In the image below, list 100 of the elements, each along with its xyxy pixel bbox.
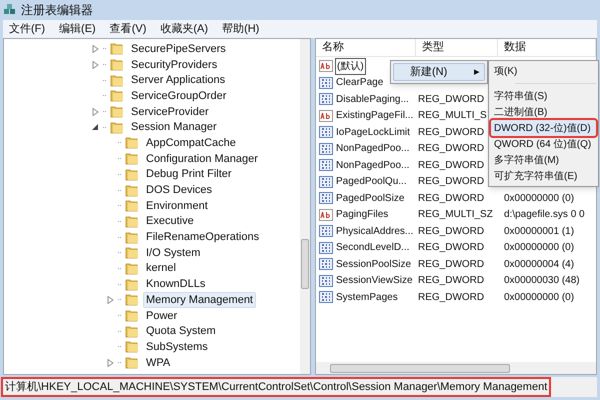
value-type: REG_DWORD [418, 160, 484, 171]
tree-item[interactable]: DOS Devices [143, 182, 216, 198]
tree-item[interactable]: Power [143, 308, 180, 324]
value-type: REG_DWORD [418, 192, 484, 204]
scrollbar-thumb[interactable] [330, 364, 510, 372]
tree-item[interactable]: ServiceGroupOrder [128, 88, 230, 104]
tree-item[interactable]: Configuration Manager [143, 150, 261, 167]
tree-item[interactable]: FileRenameOperations [143, 229, 262, 246]
menu-item[interactable]: 字符串值(S) [491, 88, 596, 104]
folder-icon [125, 278, 139, 291]
folder-icon [125, 246, 139, 260]
value-name: DisablePaging... [335, 92, 410, 107]
menu-item[interactable]: 收藏夹(A) [160, 20, 208, 38]
menu-item[interactable]: 帮助(H) [222, 20, 260, 38]
menu-item[interactable]: 查看(V) [110, 20, 146, 38]
tree-item[interactable]: SecurePipeServers [128, 40, 229, 57]
registry-cubes-icon [3, 3, 17, 17]
tree-item[interactable]: Environment [143, 198, 211, 214]
value-data: 0x00000000 (0) [504, 292, 574, 303]
value-type: REG_DWORD [418, 292, 484, 303]
folder-icon [110, 89, 124, 102]
collapse-arrow-icon[interactable] [92, 123, 99, 132]
string-value-icon [319, 60, 333, 72]
value-name: SecondLevelD... [335, 241, 410, 256]
menu-item[interactable]: 二进制值(B) [491, 104, 596, 120]
expand-arrow-icon[interactable] [107, 358, 114, 367]
binary-value-icon [319, 192, 333, 204]
value-name: PagingFiles [335, 208, 390, 222]
value-type: REG_MULTI_SZ [418, 209, 493, 220]
folder-icon [125, 152, 139, 166]
tree-item[interactable]: Debug Print Filter [143, 166, 235, 182]
binary-value-icon [319, 142, 333, 155]
tree-item[interactable]: AppCompatCache [143, 134, 239, 151]
value-data: 0x00000030 (48) [504, 275, 580, 286]
vertical-scrollbar[interactable] [300, 39, 310, 374]
value-type: REG_DWORD [418, 176, 484, 188]
tree-item[interactable]: Memory Management [143, 292, 256, 308]
key-path: 计算机\HKEY_LOCAL_MACHINE\SYSTEM\CurrentControlSet\Control\Session Manager\Memory Management [3, 378, 550, 396]
tree-item[interactable]: Session Manager [128, 119, 220, 136]
binary-value-icon [319, 225, 333, 238]
tree-item[interactable]: SubSystems [143, 338, 211, 355]
value-type: REG_DWORD [418, 126, 484, 138]
value-name: SessionViewSize [335, 274, 414, 288]
menu-item[interactable]: QWORD (64 位)值(Q) [491, 136, 596, 152]
column-header[interactable]: 名称 [316, 39, 416, 56]
folder-icon [125, 184, 139, 197]
value-name: ClearPage [335, 76, 384, 90]
tree-item[interactable]: WPA [143, 354, 174, 371]
menu-item[interactable]: 新建(N) ▸ [393, 63, 485, 81]
menu-item[interactable]: DWORD (32-位)值(D) [491, 120, 596, 136]
folder-icon [125, 168, 139, 181]
horizontal-scrollbar[interactable] [316, 362, 596, 374]
tree-item[interactable]: Server Applications [128, 72, 228, 88]
tree-item[interactable]: KnownDLLs [143, 276, 208, 292]
value-name: NonPagedPoo... [335, 158, 410, 173]
tree-item[interactable]: Quota System [143, 323, 219, 340]
tree-item[interactable]: I/O System [143, 244, 204, 261]
column-header[interactable]: 类型 [416, 39, 498, 56]
value-type: REG_MULTI_S [418, 110, 487, 122]
menu-item[interactable]: 文件(F) [9, 20, 46, 38]
tree-item[interactable]: SecurityProviders [128, 56, 220, 73]
value-type: REG_DWORD [418, 226, 484, 237]
tree-item[interactable]: Executive [143, 213, 197, 230]
value-name: PagedPoolSize [335, 192, 406, 206]
folder-icon [125, 293, 139, 306]
submenu-arrow: ▸ [474, 64, 480, 80]
binary-value-icon [319, 274, 333, 287]
binary-value-icon [319, 176, 333, 188]
menu-item[interactable]: 多字符串值(M) [491, 152, 596, 168]
value-type: REG_DWORD [418, 258, 484, 270]
folder-icon [125, 199, 139, 212]
value-data: 0x00000000 (0) [504, 192, 574, 204]
folder-icon [110, 74, 124, 87]
folder-icon [125, 324, 139, 338]
tree-item[interactable]: kernel [143, 260, 179, 276]
value-name: IoPageLockLimit [335, 126, 411, 140]
binary-value-icon [319, 93, 333, 106]
menu-item[interactable]: 项(K) [491, 63, 596, 79]
value-name: NonPagedPoo... [335, 142, 410, 156]
value-name: SystemPages [335, 290, 399, 305]
menu-item[interactable]: 编辑(E) [59, 20, 96, 38]
folder-icon [110, 105, 124, 118]
expand-arrow-icon[interactable] [107, 296, 114, 304]
folder-icon [125, 230, 139, 244]
value-type: REG_DWORD [418, 242, 484, 254]
folder-icon [125, 340, 139, 354]
rename-field[interactable]: (默认) [335, 58, 366, 75]
menu-item[interactable]: 可扩充字符串值(E) [491, 168, 596, 184]
folder-icon [110, 58, 124, 72]
column-header[interactable]: 数据 [498, 39, 596, 56]
binary-value-icon [319, 76, 333, 89]
folder-icon [125, 262, 139, 275]
folder-icon [125, 356, 139, 370]
value-name: PagedPoolQu... [335, 175, 408, 190]
binary-value-icon [319, 258, 333, 270]
value-data: 0x00000000 (0) [504, 242, 574, 254]
value-data: d:\pagefile.sys 0 0 [504, 209, 585, 220]
expand-arrow-icon[interactable] [92, 108, 99, 116]
tree-item[interactable]: ServiceProvider [128, 104, 212, 120]
scrollbar-thumb[interactable] [301, 239, 309, 289]
